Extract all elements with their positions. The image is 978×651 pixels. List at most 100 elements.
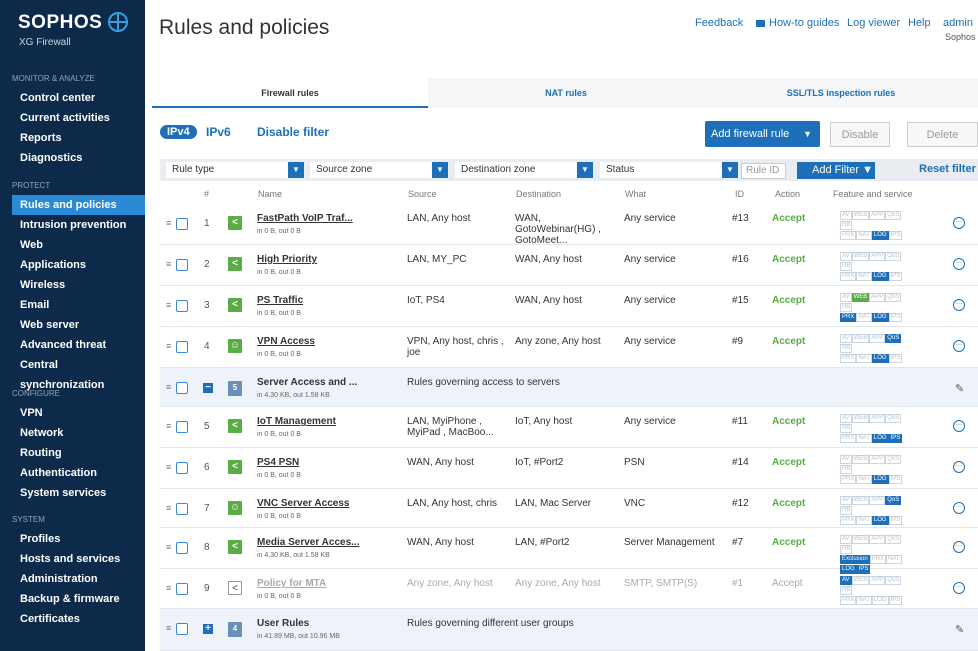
sidebar-item-control-center[interactable]: Control center (20, 88, 95, 108)
rule-name-link[interactable]: VNC Server Access (257, 498, 349, 509)
more-options-icon[interactable]: … (953, 502, 965, 514)
more-options-icon[interactable]: … (953, 461, 965, 473)
drag-handle-icon[interactable]: ≡ (166, 542, 171, 552)
drag-handle-icon[interactable]: ≡ (166, 259, 171, 269)
sidebar-item-administration[interactable]: Administration (20, 569, 98, 589)
sidebar-item-profiles[interactable]: Profiles (20, 529, 60, 549)
more-options-icon[interactable]: … (953, 217, 965, 229)
edit-pencil-icon[interactable]: ✎ (955, 623, 964, 636)
group-name[interactable]: Server Access and ... (257, 377, 357, 388)
drag-handle-icon[interactable]: ≡ (166, 341, 171, 351)
row-checkbox[interactable] (176, 421, 188, 433)
more-options-icon[interactable]: … (953, 582, 965, 594)
sidebar-item-certificates[interactable]: Certificates (20, 609, 80, 629)
rule-row[interactable]: ≡ 7 ☺ VNC Server Access in 0 B, out 0 B LAN, … (160, 489, 978, 528)
rule-row[interactable]: ≡ 2 < High Priority in 0 B, out 0 B LAN, MY_P… (160, 245, 978, 286)
sidebar-item-wireless[interactable]: Wireless (20, 275, 65, 295)
rule-name-link[interactable]: PS4 PSN (257, 457, 299, 468)
sidebar-item-email[interactable]: Email (20, 295, 49, 315)
row-checkbox[interactable] (176, 300, 188, 312)
sidebar-item-central-synchronization[interactable]: Central synchronization (20, 355, 145, 391)
sidebar-item-network[interactable]: Network (20, 423, 63, 443)
rule-group-row[interactable]: ≡ +4 User Rules in 41.89 MB, out 10.96 MB Ru… (160, 609, 978, 651)
edit-pencil-icon[interactable]: ✎ (955, 382, 964, 395)
rule-row[interactable]: ≡ 1 < FastPath VoIP Traf... in 0 B, out 0 B L… (160, 204, 978, 246)
feedback-link[interactable]: Feedback (695, 17, 743, 29)
sidebar-item-current-activities[interactable]: Current activities (20, 108, 110, 128)
delete-button[interactable]: Delete (907, 122, 978, 147)
reset-filter-link[interactable]: Reset filter (919, 163, 976, 175)
rule-row[interactable]: ≡ 6 < PS4 PSN in 0 B, out 0 B WAN, Any host Io… (160, 448, 978, 489)
sidebar-item-vpn[interactable]: VPN (20, 403, 43, 423)
rule-id-input[interactable]: Rule ID (741, 163, 786, 179)
tab-ssl-tls-rules[interactable]: SSL/TLS inspection rules (704, 78, 978, 108)
rule-row[interactable]: ≡ 8 < Media Server Acces... in 4.30 KB, out … (160, 528, 978, 574)
rule-row[interactable]: ≡ 3 < PS Traffic in 0 B, out 0 B IoT, PS4 WAN,… (160, 286, 978, 327)
how-to-guides-link[interactable]: How-to guides (756, 17, 839, 29)
row-checkbox[interactable] (176, 259, 188, 271)
sidebar-item-intrusion-prevention[interactable]: Intrusion prevention (20, 215, 126, 235)
row-checkbox[interactable] (176, 382, 188, 394)
source-zone-select[interactable]: Source zone ▼ (310, 162, 448, 178)
drag-handle-icon[interactable]: ≡ (166, 218, 171, 228)
add-firewall-rule-button[interactable]: Add firewall rule ▼ (705, 121, 820, 147)
more-options-icon[interactable]: … (953, 420, 965, 432)
rule-type-select[interactable]: Rule type ▼ (166, 162, 304, 178)
disable-filter-link[interactable]: Disable filter (257, 125, 329, 139)
collapse-icon[interactable]: − (203, 383, 213, 393)
drag-handle-icon[interactable]: ≡ (166, 503, 171, 513)
tab-nat-rules[interactable]: NAT rules (428, 78, 704, 108)
sidebar-item-hosts-and-services[interactable]: Hosts and services (20, 549, 120, 569)
rule-row[interactable]: ≡ 9 < Policy for MTA in 0 B, out 0 B Any zone… (160, 569, 978, 609)
rule-name-link[interactable]: FastPath VoIP Traf... (257, 213, 353, 224)
drag-handle-icon[interactable]: ≡ (166, 623, 171, 633)
log-viewer-link[interactable]: Log viewer (847, 17, 900, 29)
sidebar-item-reports[interactable]: Reports (20, 128, 62, 148)
sidebar-item-routing[interactable]: Routing (20, 443, 62, 463)
add-filter-button[interactable]: Add Filter ▼ (797, 162, 875, 179)
row-checkbox[interactable] (176, 503, 188, 515)
sidebar-item-system-services[interactable]: System services (20, 483, 106, 503)
row-checkbox[interactable] (176, 583, 188, 595)
rule-name-link[interactable]: IoT Management (257, 416, 336, 427)
more-options-icon[interactable]: … (953, 258, 965, 270)
sidebar-item-diagnostics[interactable]: Diagnostics (20, 148, 82, 168)
more-options-icon[interactable]: … (953, 340, 965, 352)
row-checkbox[interactable] (176, 341, 188, 353)
rule-group-row[interactable]: ≡ − 5 Server Access and ... in 4.30 KB, out … (160, 368, 978, 407)
status-select[interactable]: Status ▼ (600, 162, 738, 178)
rule-name-link[interactable]: VPN Access (257, 336, 315, 347)
sidebar-item-web[interactable]: Web (20, 235, 43, 255)
drag-handle-icon[interactable]: ≡ (166, 462, 171, 472)
rule-row[interactable]: ≡ 4 ☺ VPN Access in 0 B, out 0 B VPN, Any hos… (160, 327, 978, 368)
drag-handle-icon[interactable]: ≡ (166, 300, 171, 310)
admin-menu[interactable]: admin (943, 17, 973, 29)
destination-zone-select[interactable]: Destination zone ▼ (455, 162, 593, 178)
sidebar-item-rules-and-policies[interactable]: Rules and policies (12, 195, 145, 215)
row-checkbox[interactable] (176, 218, 188, 230)
rule-name-link[interactable]: High Priority (257, 254, 317, 265)
ipv6-toggle[interactable]: IPv6 (206, 125, 231, 139)
more-options-icon[interactable]: … (953, 541, 965, 553)
rule-name-link[interactable]: Media Server Acces... (257, 537, 359, 548)
more-options-icon[interactable]: … (953, 299, 965, 311)
help-link[interactable]: Help (908, 17, 931, 29)
sidebar-item-backup-firmware[interactable]: Backup & firmware (20, 589, 120, 609)
sidebar-item-authentication[interactable]: Authentication (20, 463, 97, 483)
disable-button[interactable]: Disable (830, 122, 890, 147)
rule-name-link[interactable]: PS Traffic (257, 295, 303, 306)
rule-name-link[interactable]: Policy for MTA (257, 578, 326, 589)
sidebar-item-advanced-threat[interactable]: Advanced threat (20, 335, 106, 355)
drag-handle-icon[interactable]: ≡ (166, 421, 171, 431)
ipv4-toggle[interactable]: IPv4 (160, 125, 197, 139)
sidebar-item-web-server[interactable]: Web server (20, 315, 79, 335)
rule-row[interactable]: ≡ 5 < IoT Management in 0 B, out 0 B LAN, Myi… (160, 407, 978, 448)
drag-handle-icon[interactable]: ≡ (166, 583, 171, 593)
drag-handle-icon[interactable]: ≡ (166, 382, 171, 392)
row-checkbox[interactable] (176, 623, 188, 635)
row-checkbox[interactable] (176, 542, 188, 554)
group-name[interactable]: User Rules (257, 618, 309, 629)
sidebar-item-applications[interactable]: Applications (20, 255, 86, 275)
row-checkbox[interactable] (176, 462, 188, 474)
tab-firewall-rules[interactable]: Firewall rules (152, 78, 428, 108)
